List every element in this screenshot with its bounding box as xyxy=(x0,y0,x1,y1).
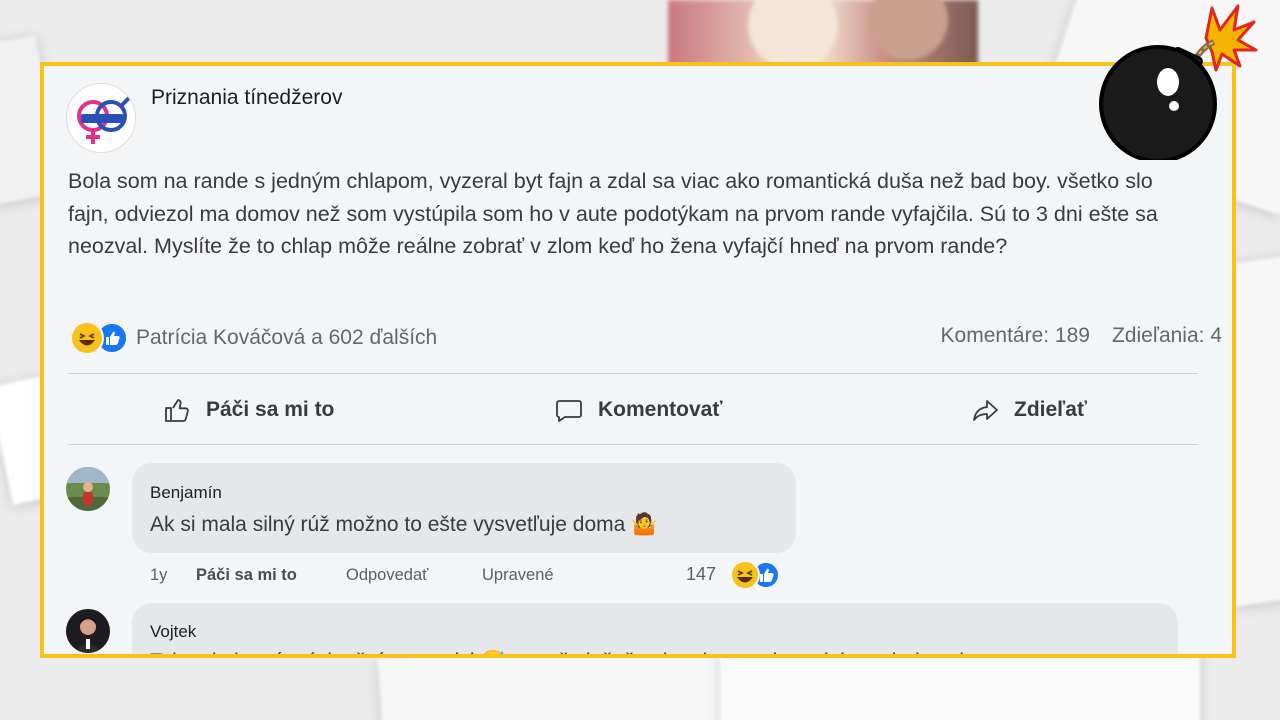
post-card: Priznania tínedžerov Bola som na rande s… xyxy=(40,62,1236,658)
bomb-icon xyxy=(1099,4,1258,160)
comment-icon xyxy=(556,400,582,422)
comment-button[interactable]: Komentovať xyxy=(554,392,722,428)
post-counts: Komentáre: 189 Zdieľania: 4 xyxy=(941,324,1222,348)
post-text: Bola som na rande s jedným chlapom, vyze… xyxy=(68,169,1158,258)
background-photo xyxy=(668,0,978,70)
comment-reply-button[interactable]: Odpovedať xyxy=(346,566,428,585)
like-button-label: Páči sa mi to xyxy=(206,398,335,421)
reactions-summary[interactable]: Patrícia Kováčová a 602 ďalších xyxy=(70,320,437,356)
share-icon xyxy=(973,400,998,421)
avatar[interactable] xyxy=(66,609,110,653)
comment-text: Ak si mala silný rúž možno to ešte vysve… xyxy=(150,513,658,536)
like-icon xyxy=(165,399,189,422)
comment-author[interactable]: Benjamín xyxy=(150,483,222,503)
avatar[interactable] xyxy=(66,467,110,511)
divider xyxy=(68,444,1198,445)
background-post-card xyxy=(720,650,1200,720)
reactors-text[interactable]: Patrícia Kováčová a 602 ďalších xyxy=(136,326,437,350)
comment-time[interactable]: 1y xyxy=(150,566,167,585)
comment-bubble xyxy=(132,463,796,553)
haha-reaction-icon xyxy=(730,560,760,590)
comment-edited-label: Upravené xyxy=(482,566,554,584)
comment-text: Tak to je jasné - tí dnešní romantici 😅 … xyxy=(150,650,964,654)
comment-button-label: Komentovať xyxy=(598,398,723,421)
page-name[interactable]: Priznania tínedžerov xyxy=(151,86,342,110)
like-button[interactable]: Páči sa mi to xyxy=(162,392,334,428)
share-button[interactable]: Zdieľať xyxy=(970,392,1087,428)
divider xyxy=(68,373,1198,374)
haha-reaction-icon xyxy=(70,321,104,355)
comment-reactions[interactable] xyxy=(730,560,780,590)
comment-reaction-count[interactable]: 147 xyxy=(686,564,716,585)
comment-like-button[interactable]: Páči sa mi to xyxy=(196,566,297,585)
page-avatar[interactable] xyxy=(66,83,136,153)
share-button-label: Zdieľať xyxy=(1014,398,1087,421)
shares-count[interactable]: Zdieľania: 4 xyxy=(1112,324,1222,347)
comments-count[interactable]: Komentáre: 189 xyxy=(941,324,1090,347)
comment-author[interactable]: Vojtek xyxy=(150,622,196,642)
